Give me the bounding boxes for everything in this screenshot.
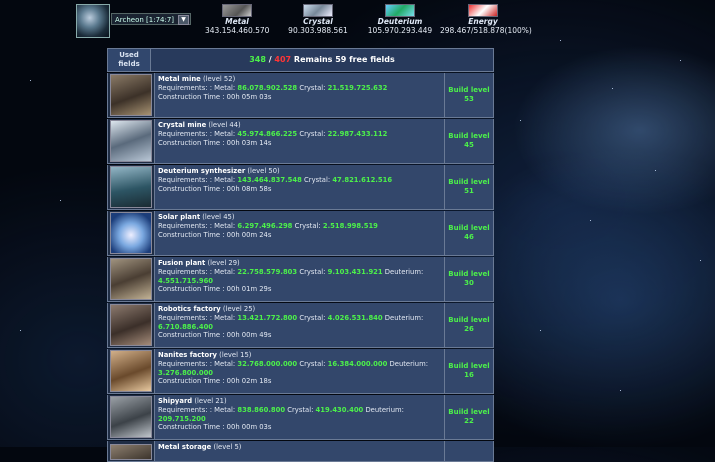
build-button[interactable]: Build level 16 <box>444 349 493 393</box>
metal-icon <box>222 4 252 17</box>
building-name[interactable]: Shipyard <box>158 397 192 405</box>
build-button[interactable]: Build level 26 <box>444 303 493 347</box>
resource-value: 105.970.293.449 <box>367 26 433 35</box>
energy-icon <box>468 4 498 17</box>
building-name[interactable]: Solar plant <box>158 213 200 221</box>
building-row-crystal-mine: Crystal mine (level 44) Requirements: : … <box>107 119 494 164</box>
build-button[interactable]: Build level 51 <box>444 165 493 209</box>
resource-crystal: Crystal 90.303.988.561 <box>286 4 350 35</box>
free-fields-text: Remains 59 free fields <box>291 55 395 64</box>
build-button[interactable] <box>444 441 493 461</box>
building-row-fusion-plant: Fusion plant (level 29) Requirements: : … <box>107 257 494 302</box>
max-fields-count: 407 <box>274 55 292 64</box>
resource-label: Deuterium <box>377 17 423 26</box>
crystal-mine-image[interactable] <box>110 120 152 162</box>
metal-storage-image[interactable] <box>110 444 152 460</box>
building-row-metal-storage: Metal storage (level 5) <box>107 441 494 462</box>
building-row-metal-mine: Metal mine (level 52) Requirements: : Me… <box>107 73 494 118</box>
resource-deuterium: Deuterium 105.970.293.449 <box>367 4 433 35</box>
building-name[interactable]: Deuterium synthesizer <box>158 167 245 175</box>
build-button[interactable]: Build level 46 <box>444 211 493 255</box>
resource-metal: Metal 343.154.460.570 <box>205 4 269 35</box>
resource-value: 343.154.460.570 <box>205 26 270 35</box>
planet-thumbnail[interactable] <box>76 4 110 38</box>
building-name[interactable]: Metal mine <box>158 75 201 83</box>
building-row-nanites-factory: Nanites factory (level 15) Requirements:… <box>107 349 494 394</box>
building-row-shipyard: Shipyard (level 21) Requirements: : Meta… <box>107 395 494 440</box>
shipyard-image[interactable] <box>110 396 152 438</box>
deuterium-icon <box>385 4 415 17</box>
fusion-plant-image[interactable] <box>110 258 152 300</box>
used-fields-count: 348 <box>249 55 266 64</box>
resource-label: Energy <box>468 17 498 26</box>
planet-select[interactable]: Archeon [1:74:7] ▼ <box>111 13 191 25</box>
crystal-icon <box>303 4 333 17</box>
build-button[interactable]: Build level 22 <box>444 395 493 439</box>
deuterium-synthesizer-image[interactable] <box>110 166 152 208</box>
fields-summary: 348 / 407 Remains 59 free fields <box>249 55 395 64</box>
used-fields-label: Used fields <box>108 49 151 71</box>
resource-label: Metal <box>225 17 249 26</box>
resource-label: Crystal <box>303 17 333 26</box>
building-name[interactable]: Metal storage <box>158 443 211 451</box>
resource-energy: Energy 298.467/518.878(100%) <box>440 4 532 35</box>
metal-mine-image[interactable] <box>110 74 152 116</box>
fields-header: Used fields 348 / 407 Remains 59 free fie… <box>107 48 494 72</box>
building-name[interactable]: Fusion plant <box>158 259 205 267</box>
building-row-robotics-factory: Robotics factory (level 25) Requirements… <box>107 303 494 348</box>
planet-select-value: Archeon [1:74:7] <box>115 16 175 24</box>
building-name[interactable]: Nanites factory <box>158 351 217 359</box>
building-name[interactable]: Robotics factory <box>158 305 221 313</box>
nanites-factory-image[interactable] <box>110 350 152 392</box>
chevron-down-icon[interactable]: ▼ <box>178 15 189 25</box>
build-button[interactable]: Build level 45 <box>444 119 493 163</box>
resource-value: 90.303.988.561 <box>288 26 348 35</box>
buildings-table: Used fields 348 / 407 Remains 59 free fie… <box>107 48 494 462</box>
build-button[interactable]: Build level 30 <box>444 257 493 301</box>
solar-plant-image[interactable] <box>110 212 152 254</box>
building-row-solar-plant: Solar plant (level 45) Requirements: : M… <box>107 211 494 256</box>
robotics-factory-image[interactable] <box>110 304 152 346</box>
resource-value: 298.467/518.878(100%) <box>440 26 532 35</box>
build-button[interactable]: Build level 53 <box>444 73 493 117</box>
building-name[interactable]: Crystal mine <box>158 121 206 129</box>
building-row-deuterium-synthesizer: Deuterium synthesizer (level 50) Require… <box>107 165 494 210</box>
